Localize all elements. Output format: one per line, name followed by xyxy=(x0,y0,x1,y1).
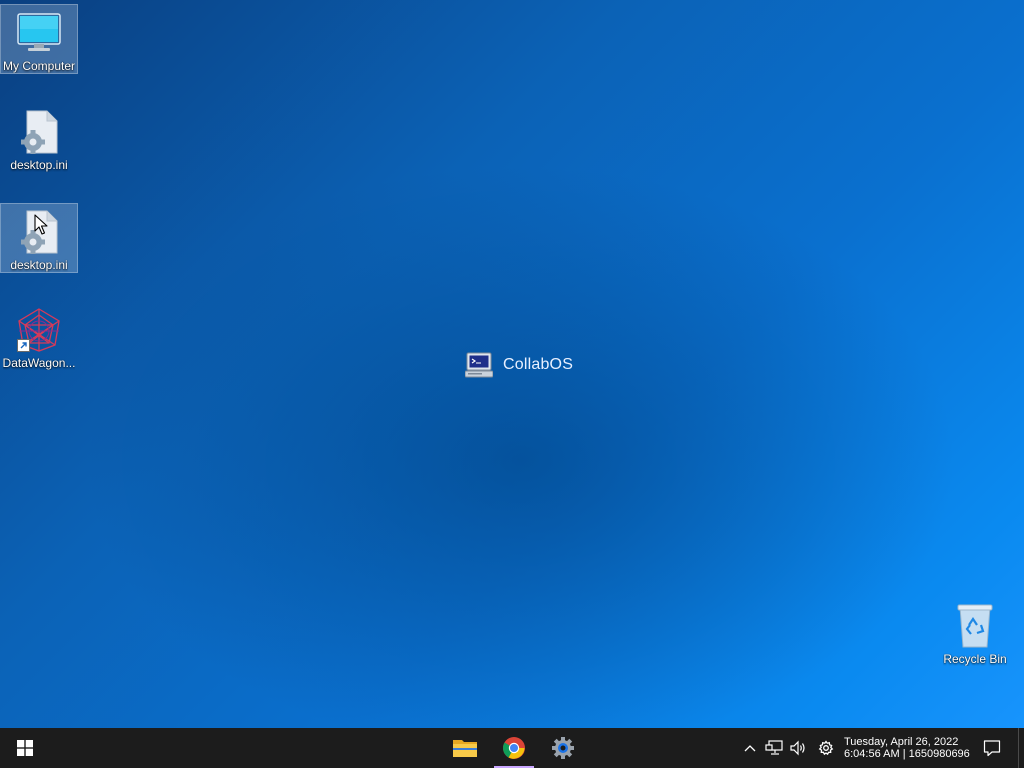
collabos-label: CollabOS xyxy=(503,356,574,373)
chrome-icon xyxy=(503,737,525,759)
collabos-brand: CollabOS xyxy=(465,352,573,378)
tray-notifications-button[interactable] xyxy=(980,728,1004,768)
desktop-icon-recycle-bin[interactable]: Recycle Bin xyxy=(936,598,1014,668)
tray-volume-button[interactable] xyxy=(787,728,809,768)
desktop-icon-desktop-ini[interactable]: desktop.ini xyxy=(0,104,78,174)
speaker-icon xyxy=(790,740,805,756)
show-desktop-button[interactable] xyxy=(1018,728,1024,768)
recycle-bin-icon xyxy=(951,602,999,650)
settings-file-icon xyxy=(15,208,63,256)
desktop-icon-label: My Computer xyxy=(2,59,76,73)
shortcut-arrow-icon xyxy=(17,339,30,352)
desktop-icon-desktop-ini-selected[interactable]: desktop.ini xyxy=(0,203,78,273)
desktop-icon-label: desktop.ini xyxy=(10,258,68,272)
desktop-icon-datawagon[interactable]: DataWagon... xyxy=(0,302,78,372)
taskbar-file-explorer[interactable] xyxy=(445,728,485,768)
clock-date: Tuesday, April 26, 2022 xyxy=(844,736,959,748)
taskbar-google-chrome[interactable] xyxy=(494,728,534,768)
desktop-icon-label: desktop.ini xyxy=(10,158,68,172)
tray-network-button[interactable] xyxy=(763,728,785,768)
datawagon-logo-icon xyxy=(15,306,63,354)
folder-icon xyxy=(453,740,477,757)
collabos-terminal-icon xyxy=(465,352,493,378)
start-button[interactable] xyxy=(0,728,50,768)
gear-icon xyxy=(818,740,834,756)
monitor-icon xyxy=(15,9,63,57)
taskbar: Tuesday, April 26, 2022 6:04:56 AM | 165… xyxy=(0,728,1024,768)
network-icon xyxy=(765,740,783,755)
desktop-icon-label: Recycle Bin xyxy=(943,652,1007,666)
taskbar-settings[interactable] xyxy=(543,728,583,768)
settings-file-icon xyxy=(15,108,63,156)
desktop-icon-label: DataWagon... xyxy=(2,356,76,370)
clock-time: 6:04:56 AM | 1650980696 xyxy=(844,748,970,760)
chevron-up-icon xyxy=(744,745,756,752)
desktop-icon-my-computer[interactable]: My Computer xyxy=(0,4,78,74)
notification-icon xyxy=(983,740,1001,757)
settings-gear-icon xyxy=(552,737,574,759)
tray-overflow-button[interactable] xyxy=(740,728,760,768)
windows-start-icon xyxy=(17,740,33,756)
tray-clock[interactable]: Tuesday, April 26, 2022 6:04:56 AM | 165… xyxy=(840,728,978,768)
tray-settings-button[interactable] xyxy=(815,728,837,768)
